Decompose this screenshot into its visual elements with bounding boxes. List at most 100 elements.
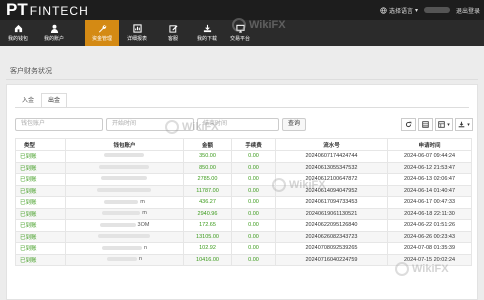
cell-fee: 0.00 <box>231 161 276 174</box>
cell-serial: 20240708092539265 <box>275 242 388 255</box>
cell-amount: 10416.00 <box>183 253 232 266</box>
redacted-account <box>106 257 137 262</box>
withdrawal-table: 类型 钱包账户 金额 手续费 流水号 申请时间 已到账 350.00 0.00 202… <box>15 138 472 266</box>
top-bar: PT FINTECH 选择语言 ▾ 退出登录 <box>0 0 484 20</box>
account-suffix: n <box>143 244 148 251</box>
cell-account: n <box>65 253 184 266</box>
cell-type: 已到账 <box>15 173 66 186</box>
redacted-account <box>96 187 151 192</box>
nav-item-funds[interactable]: 资金管理 <box>85 20 119 46</box>
cell-serial: 20240619061130521 <box>275 207 388 220</box>
account-value <box>97 233 152 238</box>
cell-amount: 350.00 <box>183 150 232 163</box>
refresh-icon <box>405 121 412 128</box>
page-title: 客户财务状况 <box>10 68 52 75</box>
nav-item-report[interactable]: 详细报表 <box>119 20 155 46</box>
nav-item-account[interactable]: 我的账户 <box>36 20 72 46</box>
account-value <box>103 153 146 158</box>
desktop-icon <box>235 24 245 33</box>
cell-amount: 13105.00 <box>183 230 232 243</box>
columns-icon <box>438 121 445 128</box>
cell-serial: 20240607174424744 <box>275 150 388 163</box>
export-button[interactable]: ▾ <box>455 118 473 131</box>
tab-deposit[interactable]: 入金 <box>15 93 41 107</box>
end-time-input[interactable]: 结束时间 <box>197 118 279 131</box>
cell-type: 已到账 <box>15 207 66 220</box>
column-header-fee[interactable]: 手续费 <box>231 138 276 151</box>
finance-panel: 入金 出金 钱包账户 开始时间 结束时间 查询 ▾ ▾ 类型 钱包账户 金额 手… <box>6 84 478 300</box>
table-row: 已到账 850.00 0.00 20240613055347532 2024-06-12… <box>15 161 472 174</box>
cell-amount: 2785.00 <box>183 173 232 186</box>
nav-label: 资金管理 <box>91 36 112 42</box>
download-icon <box>458 121 465 128</box>
cell-type: 已到账 <box>15 242 66 255</box>
cell-amount: 436.27 <box>183 196 232 209</box>
cell-time: 2024-06-14 01:40:47 <box>387 184 472 197</box>
column-header-time[interactable]: 申请时间 <box>387 138 472 151</box>
start-time-input[interactable]: 开始时间 <box>106 118 194 131</box>
cell-account <box>65 184 184 197</box>
cell-serial: 20240622095126840 <box>275 219 388 232</box>
column-header-type[interactable]: 类型 <box>15 138 66 151</box>
cell-account <box>65 161 184 174</box>
nav-item-wallet[interactable]: 我的钱包 <box>0 20 36 46</box>
cell-amount: 172.65 <box>183 219 232 232</box>
table-row: 已到账 3OM 172.65 0.00 20240622095126840 2024-06… <box>15 219 472 232</box>
cell-serial: 20240716040224759 <box>275 253 388 266</box>
cell-account: m <box>65 196 184 209</box>
cell-type: 已到账 <box>15 184 66 197</box>
redacted-account <box>100 176 147 181</box>
cell-time: 2024-06-26 00:23:43 <box>387 230 472 243</box>
redacted-account <box>103 153 144 158</box>
cell-amount: 102.92 <box>183 242 232 255</box>
cell-amount: 2940.96 <box>183 207 232 220</box>
divider <box>6 79 478 80</box>
account-value: 3OM <box>99 222 149 228</box>
account-value: m <box>102 210 147 216</box>
cell-account <box>65 150 184 163</box>
cell-time: 2024-06-13 02:06:47 <box>387 173 472 186</box>
nav-item-support[interactable]: 客服 <box>155 20 191 46</box>
column-header-amount[interactable]: 金额 <box>183 138 232 151</box>
main-nav: 我的钱包 我的账户 资金管理 详细报表 客服 我的下载 交易平台 <box>0 20 484 46</box>
nav-label: 我的下载 <box>196 36 217 42</box>
redacted-account <box>101 245 142 250</box>
columns-button[interactable]: ▾ <box>435 118 453 131</box>
wrench-icon <box>98 25 106 33</box>
logout-link[interactable]: 退出登录 <box>456 6 480 15</box>
cell-fee: 0.00 <box>231 196 276 209</box>
column-header-serial[interactable]: 流水号 <box>275 138 388 151</box>
account-suffix: n <box>138 256 143 263</box>
account-value <box>100 176 149 181</box>
cell-type: 已到账 <box>15 253 66 266</box>
account-value <box>96 187 153 192</box>
account-value: m <box>104 199 145 205</box>
cell-serial: 20240613055347532 <box>275 161 388 174</box>
table-row: 已到账 13105.00 0.00 20240626082343723 2024-06-… <box>15 230 472 243</box>
redacted-account <box>97 233 150 238</box>
nav-item-downloads[interactable]: 我的下载 <box>189 20 225 46</box>
list-icon <box>422 121 429 128</box>
table-row: 已到账 350.00 0.00 20240607174424744 2024-06-07… <box>15 150 472 163</box>
report-icon <box>132 24 142 33</box>
table-row: 已到账 11787.00 0.00 20240614094047952 2024-06-… <box>15 184 472 197</box>
cell-fee: 0.00 <box>231 242 276 255</box>
table-row: 已到账 m 2940.96 0.00 20240619061130521 2024-06-… <box>15 207 472 220</box>
cell-account: 3OM <box>65 219 184 232</box>
language-selector[interactable]: 选择语言 ▾ <box>380 6 418 15</box>
cell-time: 2024-07-15 20:02:24 <box>387 253 472 266</box>
toggle-view-button[interactable] <box>418 118 433 131</box>
globe-icon <box>380 6 387 14</box>
column-header-account[interactable]: 钱包账户 <box>65 138 184 151</box>
refresh-button[interactable] <box>401 118 416 131</box>
cell-serial: 20240614094047952 <box>275 184 388 197</box>
search-button[interactable]: 查询 <box>282 118 306 131</box>
account-value <box>98 164 151 169</box>
cell-serial: 20240612100647872 <box>275 173 388 186</box>
cell-time: 2024-06-07 09:44:24 <box>387 150 472 163</box>
nav-item-platform[interactable]: 交易平台 <box>222 20 258 46</box>
tab-bar: 入金 出金 <box>15 93 68 107</box>
tab-withdrawal[interactable]: 出金 <box>41 93 68 107</box>
nav-label: 交易平台 <box>229 36 250 42</box>
wallet-account-input[interactable]: 钱包账户 <box>15 118 103 131</box>
